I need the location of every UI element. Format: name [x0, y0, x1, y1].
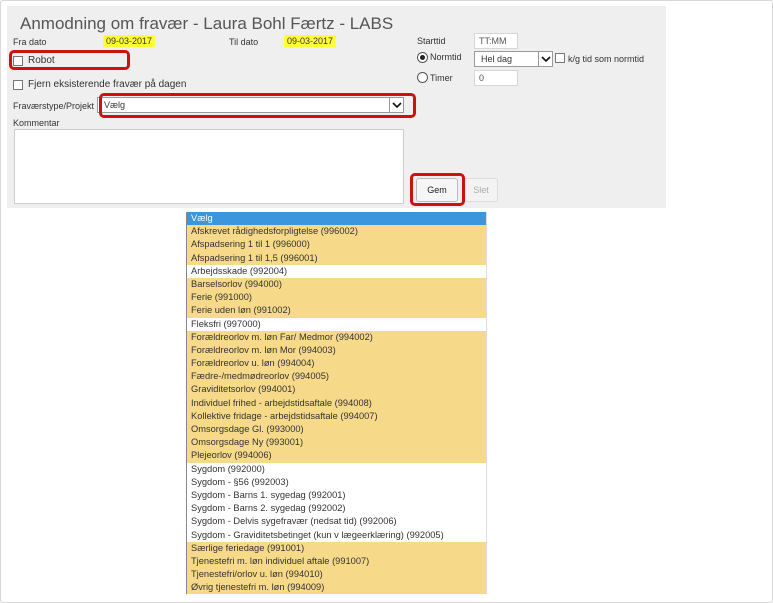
dropdown-option[interactable]: Individuel frihed - arbejdstidsaftale (9… [187, 396, 486, 410]
dropdown-option[interactable]: Forældreorlov m. løn Mor (994003) [187, 343, 486, 358]
dropdown-option[interactable]: Sygdom - Barns 1. sygedag (992001) [187, 488, 486, 503]
fra-dato-input[interactable]: 09-03-2017 [103, 35, 156, 47]
kg-checkbox[interactable] [555, 53, 565, 63]
dropdown-option[interactable]: Afspadsering 1 til 1 (996000) [187, 238, 486, 252]
starttid-label: Starttid [417, 36, 446, 46]
chevron-down-icon [538, 52, 552, 66]
dropdown-option[interactable]: Forældreorlov u. løn (994004) [187, 357, 486, 371]
dropdown-option[interactable]: Fædre-/medmødreorlov (994005) [187, 370, 486, 384]
fra-dato-label: Fra dato [13, 37, 47, 47]
timer-input[interactable]: 0 [474, 70, 518, 86]
dropdown-option[interactable]: Tjenestefri m. løn individuel aftale (99… [187, 554, 486, 569]
robot-highlight [9, 50, 130, 70]
kommentar-textarea[interactable] [14, 129, 404, 204]
dropdown-option[interactable]: Barselsorlov (994000) [187, 277, 486, 292]
dropdown-option[interactable]: Afskrevet rådighedsforpligtelse (996002) [187, 225, 486, 239]
dropdown-option[interactable]: Fleksfri (997000) [187, 317, 486, 331]
til-dato-label: Til dato [229, 37, 259, 47]
dropdown-option[interactable]: Graviditetsorlov (994001) [187, 383, 486, 397]
dropdown-option[interactable]: Arbejdsskade (992004) [187, 264, 486, 278]
dropdown-option[interactable]: Ferie uden løn (991002) [187, 304, 486, 318]
fravaerstype-dropdown-list: Vælg Afskrevet rådighedsforpligtelse (996… [186, 212, 487, 595]
dropdown-option[interactable]: Tjenestefri/orlov u. løn (994010) [187, 568, 486, 582]
dropdown-option[interactable]: Afspadsering 1 til 1,5 (996001) [187, 251, 486, 265]
dropdown-option[interactable]: Sygdom - Delvis sygefravær (nedsat tid) … [187, 515, 486, 529]
dropdown-option[interactable]: Sygdom (992000) [187, 462, 486, 476]
fravaerstype-highlight [99, 93, 416, 118]
dropdown-option[interactable]: Vælg [187, 212, 486, 226]
dropdown-option[interactable]: Sygdom - Graviditetsbetinget (kun v læge… [187, 528, 486, 542]
normtid-select[interactable]: Hel dag [474, 51, 553, 67]
normtid-select-value: Hel dag [481, 54, 513, 64]
dropdown-option[interactable]: Sygdom - §56 (992003) [187, 475, 486, 489]
dropdown-option[interactable]: Omsorgsdage Gl. (993000) [187, 423, 486, 437]
starttid-input[interactable]: TT:MM [474, 33, 518, 49]
fjern-checkbox[interactable] [13, 80, 23, 90]
kg-label: k/g tid som normtid [568, 54, 645, 64]
fravaerstype-label: Fraværstype/Projekt [13, 101, 95, 111]
dropdown-option[interactable]: Særlige feriedage (991001) [187, 541, 486, 555]
dropdown-option[interactable]: Øvrig tjenestefri m. løn (994009) [187, 581, 486, 595]
normtid-label: Normtid [430, 52, 462, 62]
dropdown-option[interactable]: Kollektive fridage - arbejdstidsaftale (… [187, 409, 486, 423]
timer-radio[interactable] [417, 72, 428, 83]
kommentar-label: Kommentar [13, 118, 60, 128]
normtid-radio[interactable] [417, 52, 428, 63]
form-title: Anmodning om fravær - Laura Bohl Færtz -… [20, 14, 394, 33]
gem-highlight [410, 173, 465, 206]
fjern-label: Fjern eksisterende fravær på dagen [28, 79, 187, 90]
slet-button[interactable]: Slet [464, 178, 498, 202]
dropdown-option[interactable]: Forældreorlov m. løn Far/ Medmor (994002… [187, 330, 486, 344]
til-dato-input[interactable]: 09-03-2017 [284, 35, 337, 47]
dropdown-option[interactable]: Sygdom - Barns 2. sygedag (992002) [187, 502, 486, 516]
dropdown-option[interactable]: Ferie (991000) [187, 291, 486, 305]
dropdown-option[interactable]: Omsorgsdage Ny (993001) [187, 436, 486, 450]
timer-label: Timer [430, 73, 453, 83]
dropdown-option[interactable]: Plejeorlov (994006) [187, 449, 486, 463]
